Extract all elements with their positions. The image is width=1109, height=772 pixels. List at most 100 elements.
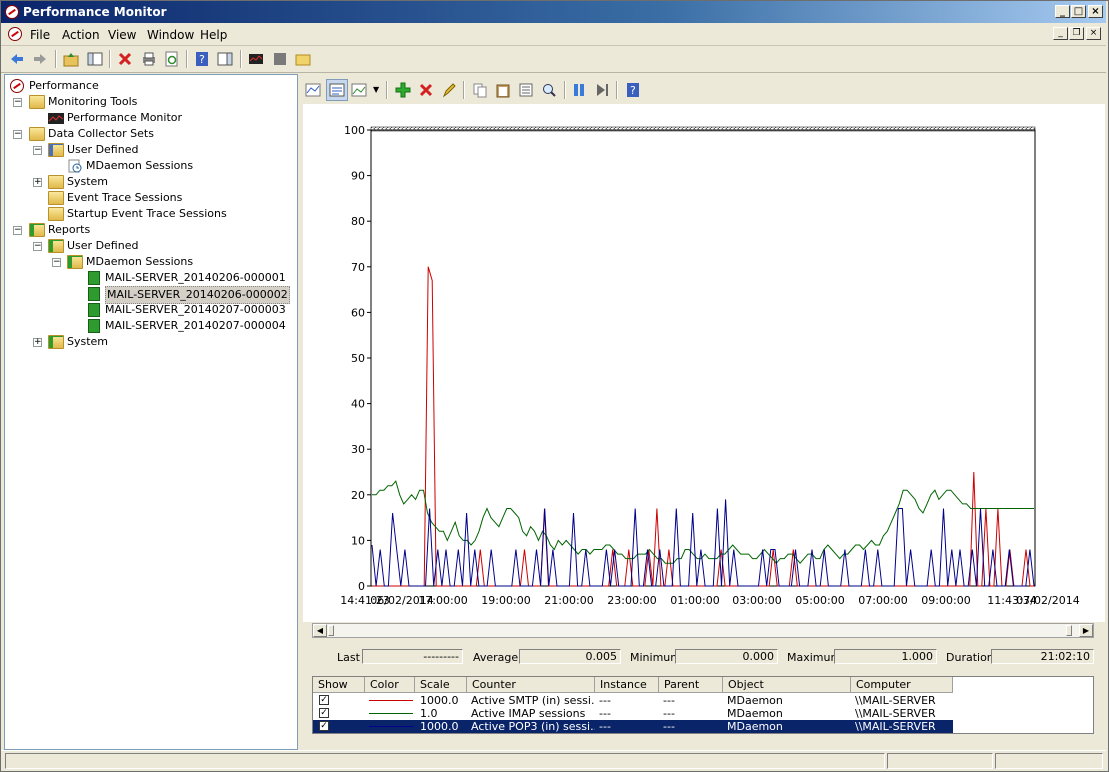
collapse-icon[interactable]: − xyxy=(33,242,42,251)
up-folder-icon[interactable] xyxy=(63,51,79,67)
print-icon[interactable] xyxy=(141,51,157,67)
tree-item-label: Event Trace Sessions xyxy=(67,191,183,204)
column-header-parent[interactable]: Parent xyxy=(659,677,723,693)
show-hide-console-tree-icon[interactable] xyxy=(87,51,103,67)
tree-item[interactable]: MAIL-SERVER_20140206-000001 xyxy=(5,270,295,286)
scroll-left-handle[interactable] xyxy=(328,625,334,636)
mdi-minimize-button[interactable]: _ xyxy=(1053,27,1068,40)
zoom-icon[interactable] xyxy=(541,82,557,98)
tree-item[interactable]: Performance xyxy=(5,78,295,94)
tree-item[interactable]: − Data Collector Sets xyxy=(5,126,295,142)
collapse-icon[interactable]: − xyxy=(13,226,22,235)
last-label: Last xyxy=(337,651,360,664)
view-log-data-button[interactable] xyxy=(326,79,348,101)
column-header-object[interactable]: Object xyxy=(723,677,851,693)
delete-counter-icon[interactable] xyxy=(418,82,434,98)
collector-set-icon xyxy=(67,159,83,173)
scroll-right-handle[interactable] xyxy=(1066,625,1072,636)
back-arrow-icon[interactable] xyxy=(9,51,25,67)
scroll-right-button[interactable]: ▶ xyxy=(1079,624,1093,637)
show-checkbox[interactable]: ✓ xyxy=(319,695,329,705)
tree-item[interactable]: MAIL-SERVER_20140206-000002 xyxy=(5,286,295,304)
collapse-icon[interactable]: − xyxy=(13,130,22,139)
tree-item[interactable]: − User Defined xyxy=(5,238,295,254)
last-value: --------- xyxy=(362,649,463,664)
legend-row[interactable]: ✓ 1.0 Active IMAP sessions --- --- MDaemon \\M… xyxy=(313,707,953,720)
menu-window[interactable]: Window xyxy=(147,28,194,42)
collapse-icon[interactable]: − xyxy=(33,146,42,155)
tree-item[interactable]: − Monitoring Tools xyxy=(5,94,295,110)
counter-color-swatch xyxy=(369,726,413,727)
scroll-left-button[interactable]: ◀ xyxy=(313,624,327,637)
show-checkbox[interactable]: ✓ xyxy=(319,708,329,718)
menu-file[interactable]: File xyxy=(30,28,50,42)
tree-item[interactable]: MAIL-SERVER_20140207-000003 xyxy=(5,302,295,318)
tree-item[interactable]: + System xyxy=(5,174,295,190)
counter-color-swatch xyxy=(369,700,413,701)
help-icon[interactable]: ? xyxy=(194,51,210,67)
stop-icon[interactable] xyxy=(272,51,288,67)
show-checkbox[interactable]: ✓ xyxy=(319,721,329,731)
expand-icon[interactable]: + xyxy=(33,338,42,347)
tree-item-label: MDaemon Sessions xyxy=(86,255,194,268)
column-header-scale[interactable]: Scale xyxy=(415,677,467,693)
time-scrollbar[interactable]: ◀ ▶ xyxy=(312,623,1094,638)
close-button[interactable]: × xyxy=(1088,5,1103,18)
delete-icon[interactable] xyxy=(117,51,133,67)
legend-cell-object: MDaemon xyxy=(727,707,783,720)
highlight-icon[interactable] xyxy=(441,82,457,98)
column-header-counter[interactable]: Counter xyxy=(467,677,595,693)
performance-monitor-icon[interactable] xyxy=(248,51,264,67)
tree-item[interactable]: + System xyxy=(5,334,295,350)
legend-row[interactable]: ✓ 1000.0 Active POP3 (in) sessi... --- --- MD… xyxy=(313,720,953,733)
tree-item-label: System xyxy=(67,335,109,348)
minimize-button[interactable]: _ xyxy=(1055,5,1070,18)
report-icon xyxy=(88,271,100,285)
menu-action[interactable]: Action xyxy=(62,28,100,42)
tree-item[interactable]: Event Trace Sessions xyxy=(5,190,295,206)
open-folder-icon[interactable] xyxy=(295,51,311,67)
tree-item-label: System xyxy=(67,175,109,188)
freeze-display-icon[interactable] xyxy=(571,82,587,98)
expand-icon[interactable]: + xyxy=(33,178,42,187)
graph-type-dropdown-icon[interactable]: ▼ xyxy=(373,85,379,94)
maximize-button[interactable]: □ xyxy=(1071,5,1086,18)
help-icon[interactable]: ? xyxy=(625,82,641,98)
mdi-restore-button[interactable]: ❐ xyxy=(1069,27,1084,40)
menu-view[interactable]: View xyxy=(108,28,136,42)
column-header-show[interactable]: Show xyxy=(313,677,365,693)
add-counter-icon[interactable] xyxy=(395,82,411,98)
tree-item-label: Data Collector Sets xyxy=(48,127,154,140)
tree-item[interactable]: Startup Event Trace Sessions xyxy=(5,206,295,222)
duration-label: Duration xyxy=(946,651,994,664)
properties-icon[interactable] xyxy=(518,82,534,98)
tree-item[interactable]: MAIL-SERVER_20140207-000004 xyxy=(5,318,295,334)
column-header-computer[interactable]: Computer xyxy=(851,677,953,693)
column-header-instance[interactable]: Instance xyxy=(595,677,659,693)
collapse-icon[interactable]: − xyxy=(13,98,22,107)
change-graph-type-icon[interactable] xyxy=(351,82,367,98)
status-panel-3 xyxy=(995,753,1103,769)
tree-item[interactable]: MDaemon Sessions xyxy=(5,158,295,174)
menu-help[interactable]: Help xyxy=(200,28,227,42)
mdi-close-button[interactable]: × xyxy=(1086,27,1101,40)
y-tick-label: 10 xyxy=(351,534,365,547)
view-current-activity-icon[interactable] xyxy=(305,82,321,98)
tree-item[interactable]: − User Defined xyxy=(5,142,295,158)
refresh-icon[interactable] xyxy=(164,51,180,67)
chart-area: 0 10 20 30 40 50 60 70 80 90 100 14:41:23 06/02/2014… xyxy=(303,104,1105,622)
copy-properties-icon[interactable] xyxy=(472,82,488,98)
update-data-icon[interactable] xyxy=(594,82,610,98)
system-menu-icon[interactable] xyxy=(8,27,22,41)
paste-counter-list-icon[interactable] xyxy=(495,82,511,98)
tree-item[interactable]: Performance Monitor xyxy=(5,110,295,126)
tree-item-label: MAIL-SERVER_20140206-000001 xyxy=(105,271,286,284)
forward-arrow-icon[interactable] xyxy=(32,51,48,67)
column-header-color[interactable]: Color xyxy=(365,677,415,693)
tree-item[interactable]: − Reports xyxy=(5,222,295,238)
tree-item[interactable]: − MDaemon Sessions xyxy=(5,254,295,270)
show-action-pane-icon[interactable] xyxy=(217,51,233,67)
legend-row[interactable]: ✓ 1000.0 Active SMTP (in) sessi... --- --- MD… xyxy=(313,694,953,707)
collapse-icon[interactable]: − xyxy=(52,258,61,267)
minimum-value: 0.000 xyxy=(675,649,778,664)
